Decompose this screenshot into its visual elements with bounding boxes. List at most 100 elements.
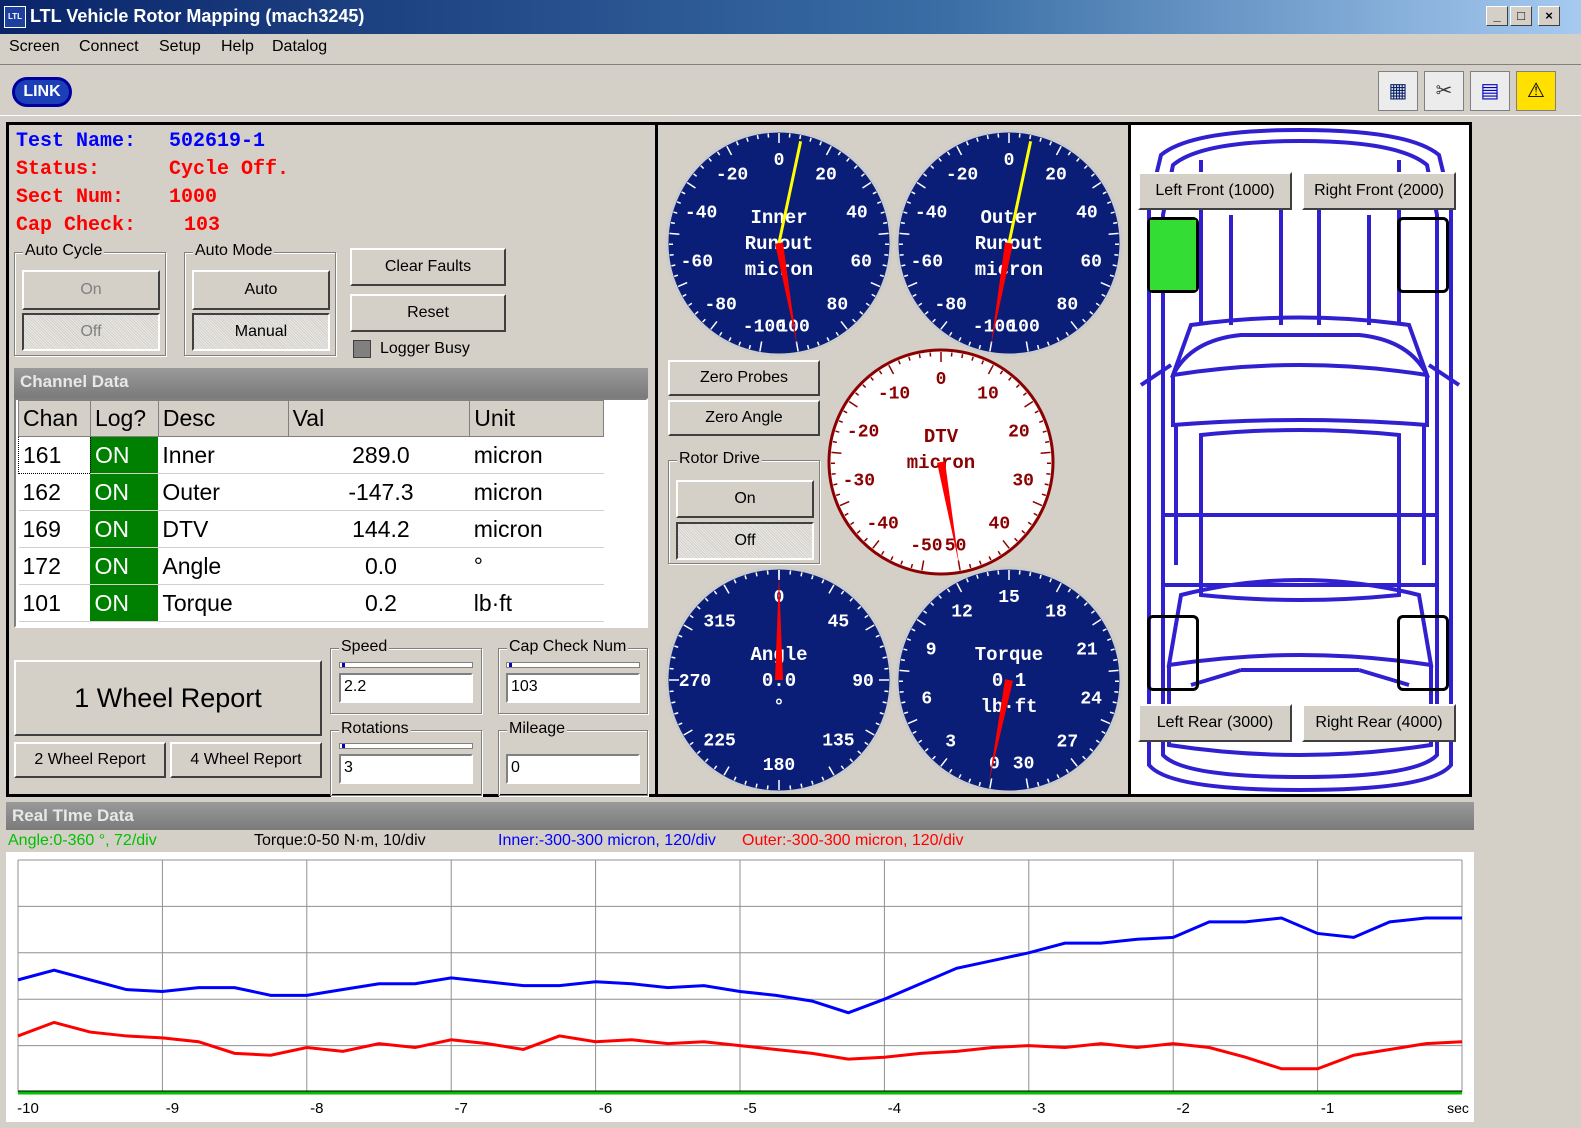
inner-tick [756, 134, 759, 140]
speed-field[interactable]: 2.2 [339, 673, 473, 703]
dtv-tick [961, 353, 964, 359]
cell-desc: Outer [158, 473, 289, 511]
maximize-button[interactable]: □ [1510, 6, 1532, 26]
outer-tick-label: 40 [1076, 204, 1098, 224]
dtv-tick [831, 451, 842, 455]
x-tick-label: -5 [743, 1100, 756, 1117]
wheel-lr[interactable] [1147, 615, 1199, 691]
col-log[interactable]: Log? [89, 400, 159, 437]
angle-title: ° [773, 696, 784, 718]
inner-tick [806, 344, 810, 350]
menu-connect[interactable]: Connect [79, 38, 139, 56]
wheel-lf-active-indicator [1150, 220, 1196, 290]
cell-log[interactable]: ON [90, 436, 159, 474]
menu-datalog[interactable]: Datalog [272, 38, 327, 56]
app-icon: LTL [4, 6, 26, 28]
angle-tick [800, 783, 803, 788]
inner-tick-label: -20 [716, 165, 748, 185]
sect-num-value: 1000 [169, 186, 218, 209]
angle-tick [671, 701, 676, 704]
left-front-button[interactable]: Left Front (1000) [1138, 172, 1292, 210]
one-wheel-report-button[interactable]: 1 Wheel Report [14, 660, 322, 736]
table-row[interactable]: 169 ON DTV 144.2 micron [18, 510, 604, 548]
torque-tick [899, 669, 910, 673]
rotor-drive-off-button[interactable]: Off [676, 522, 814, 560]
test-name-value: 502619-1 [169, 130, 266, 153]
auto-cycle-on-button[interactable]: On [22, 270, 160, 310]
auto-mode-auto-button[interactable]: Auto [192, 270, 330, 310]
angle-tick [882, 656, 887, 659]
outer-tick-label: 100 [1007, 318, 1039, 338]
menu-bar: Screen Connect Setup Help Datalog [0, 34, 1581, 62]
tools-icon[interactable]: ✂ [1424, 71, 1464, 111]
zero-probes-button[interactable]: Zero Probes [668, 360, 820, 396]
close-button[interactable]: × [1538, 6, 1560, 26]
inner-tick [799, 134, 802, 140]
cap-check-value: 103 [184, 214, 221, 237]
table-row[interactable]: 161 ON Inner 289.0 micron [18, 436, 604, 474]
menu-help[interactable]: Help [221, 38, 254, 56]
inner-tick [878, 232, 889, 236]
inner-tick-label: -80 [704, 295, 736, 315]
x-tick-label: -2 [1177, 1100, 1190, 1117]
dtv-tick [832, 440, 837, 444]
cell-unit: micron [469, 510, 604, 548]
inner-tick [883, 221, 888, 225]
dtv-tick [918, 353, 921, 359]
outer-title: micron [975, 259, 1043, 281]
col-unit[interactable]: Unit [469, 400, 604, 437]
col-val[interactable]: Val [287, 400, 471, 437]
angle-tick [755, 783, 758, 788]
outer-title: Outer [980, 207, 1037, 229]
menu-screen[interactable]: Screen [9, 38, 60, 56]
inner-tick-label: -40 [685, 204, 717, 224]
zero-angle-button[interactable]: Zero Angle [668, 400, 820, 436]
cell-log[interactable]: ON [90, 547, 159, 585]
auto-cycle-off-button[interactable]: Off [22, 313, 160, 351]
two-wheel-report-button[interactable]: 2 Wheel Report [14, 742, 166, 778]
right-rear-button[interactable]: Right Rear (4000) [1302, 704, 1456, 742]
col-desc[interactable]: Desc [157, 400, 289, 437]
reset-button[interactable]: Reset [350, 294, 506, 332]
outer-tick-label: -20 [946, 165, 978, 185]
right-front-button[interactable]: Right Front (2000) [1302, 172, 1456, 210]
rotor-drive-on-button[interactable]: On [676, 480, 814, 518]
cap-check-num-field[interactable]: 103 [506, 673, 640, 703]
four-wheel-report-button[interactable]: 4 Wheel Report [170, 742, 322, 778]
col-chan[interactable]: Chan [18, 400, 91, 437]
wheel-rr[interactable] [1397, 615, 1449, 691]
rotations-field[interactable]: 3 [339, 754, 473, 784]
left-rear-button[interactable]: Left Rear (3000) [1138, 704, 1292, 742]
link-status-icon[interactable]: ▦ [1378, 71, 1418, 111]
logger-busy-indicator [353, 340, 371, 358]
torque-tick-label: 12 [951, 602, 973, 622]
link-button[interactable]: LINK [12, 77, 72, 107]
cell-log[interactable]: ON [90, 584, 159, 622]
clear-faults-button[interactable]: Clear Faults [350, 248, 506, 286]
speed-label: Speed [339, 638, 390, 656]
cell-log[interactable]: ON [90, 473, 159, 511]
wheel-rf[interactable] [1397, 217, 1449, 293]
cap-check-num-gauge [506, 662, 640, 668]
mileage-field[interactable]: 0 [506, 754, 640, 784]
auto-mode-manual-button[interactable]: Manual [192, 313, 330, 351]
table-row[interactable]: 172 ON Angle 0.0 ° [18, 547, 604, 585]
inner-tick-label: 0 [774, 151, 785, 171]
table-row[interactable]: 101 ON Torque 0.2 lb·ft [18, 584, 604, 622]
inner-title: Inner [750, 207, 807, 229]
table-row[interactable]: 162 ON Outer -147.3 micron [18, 473, 604, 511]
angle-tick-label: 90 [852, 672, 874, 692]
legend-inner: Inner:-300-300 micron, 120/div [498, 832, 716, 849]
inner-tick [671, 264, 676, 267]
x-tick-label: -10 [17, 1100, 39, 1117]
warning-icon[interactable]: ⚠ [1516, 71, 1556, 111]
torque-tick-label: 9 [926, 641, 937, 661]
angle-tick-label: 180 [763, 756, 795, 776]
minimize-button[interactable]: _ [1486, 6, 1508, 26]
document-icon[interactable]: ▤ [1470, 71, 1510, 111]
angle-tick [755, 572, 758, 577]
menu-setup[interactable]: Setup [159, 38, 201, 56]
dtv-tick-label: 40 [989, 514, 1011, 534]
cell-log[interactable]: ON [90, 510, 159, 548]
torque-tick-label: 6 [921, 689, 932, 709]
